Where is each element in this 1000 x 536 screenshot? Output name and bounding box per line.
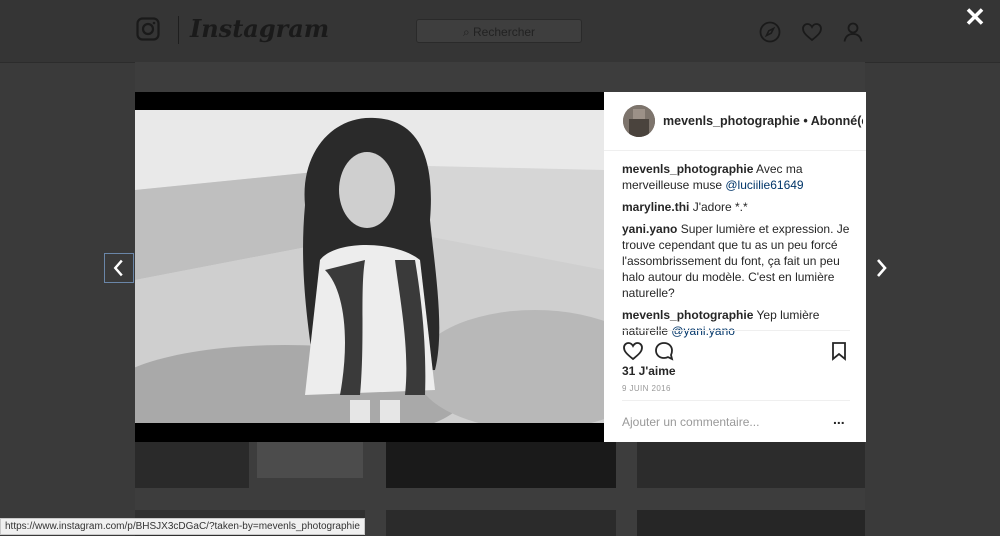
comments-list: mevenls_photographie Avec ma merveilleus… [622,161,850,345]
likes-count[interactable]: 31 J'aime [622,364,676,378]
comment-text: J'adore *.* [689,200,748,214]
grid-thumbnail[interactable] [135,442,249,488]
portrait-photo-illustration [135,110,604,423]
post-details-panel: mevenls_photographie • Abonné(e) mevenls… [604,92,866,442]
grid-thumbnail[interactable] [637,442,865,488]
instagram-header: Instagram ⌕ Rechercher [0,0,1000,63]
follow-status[interactable]: • Abonné(e) [803,114,863,128]
grid-thumbnail[interactable] [637,510,865,536]
add-comment-section: ... [622,400,850,443]
add-comment-input[interactable] [622,415,822,429]
comment-username[interactable]: yani.yano [622,222,677,236]
comment-username[interactable]: mevenls_photographie [622,162,753,176]
search-icon: ⌕ [462,25,470,39]
logo-divider [178,16,179,44]
post-author-username[interactable]: mevenls_photographie [663,114,800,128]
comment-item: yani.yano Super lumière et expression. J… [622,221,850,301]
comment-username[interactable]: maryline.thi [622,200,689,214]
save-bookmark-icon[interactable] [828,340,850,362]
post-date: 9 JUIN 2016 [622,384,671,393]
grid-thumbnail[interactable] [257,442,363,478]
next-post-chevron-icon[interactable] [866,253,896,283]
more-options-icon[interactable]: ... [833,411,845,427]
comment-item: maryline.thi J'adore *.* [622,199,850,215]
profile-user-icon[interactable] [842,21,864,43]
like-heart-icon[interactable] [622,340,644,362]
comment-username[interactable]: mevenls_photographie [622,308,753,322]
post-photo-frame [135,92,604,442]
post-photo[interactable] [135,110,604,423]
search-placeholder: Rechercher [473,25,536,39]
close-modal-button[interactable]: ✕ [964,4,986,30]
activity-heart-icon[interactable] [801,21,823,43]
comment-bubble-icon[interactable] [653,340,675,362]
grid-thumbnail[interactable] [386,510,616,536]
previous-post-chevron-icon[interactable] [104,253,134,283]
comment-item: mevenls_photographie Avec ma merveilleus… [622,161,850,193]
comment-mention-link[interactable]: @luciilie61649 [725,178,803,192]
instagram-logo-text[interactable]: Instagram [190,14,329,43]
instagram-camera-icon[interactable] [136,17,160,41]
post-header: mevenls_photographie • Abonné(e) [604,92,866,151]
explore-compass-icon[interactable] [759,21,781,43]
grid-thumbnail[interactable] [386,442,616,488]
search-input[interactable]: ⌕ Rechercher [416,19,582,43]
link-status-url: https://www.instagram.com/p/BHSJX3cDGaC/… [0,518,365,535]
post-author[interactable]: mevenls_photographie • Abonné(e) [663,114,863,128]
avatar[interactable] [623,105,655,137]
